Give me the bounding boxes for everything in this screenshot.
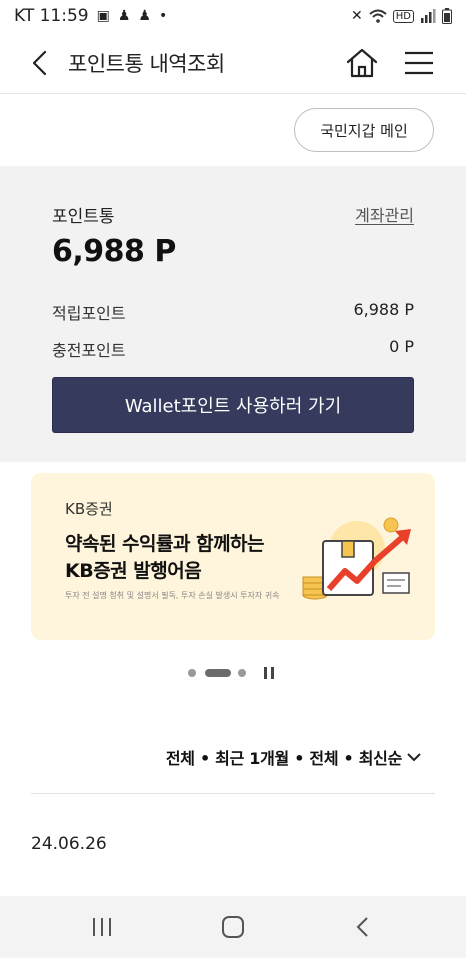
system-nav-bar [0, 896, 466, 958]
mute-icon: ✕ [351, 8, 363, 24]
banner-title-line2: KB증권 발행어음 [65, 560, 202, 582]
page-title: 포인트통 내역조회 [68, 52, 225, 76]
notification-icon: ♟ [138, 8, 151, 24]
charged-points-value: 0 P [389, 337, 414, 356]
point-summary-card: 포인트통 계좌관리 6,988 P 적립포인트 6,988 P 충전포인트 0 … [0, 166, 466, 462]
point-total: 6,988 P [52, 234, 176, 269]
banner-disclaimer: 투자 전 설명 청취 및 설명서 필독, 투자 손실 발생시 투자자 귀속 [65, 591, 280, 600]
pause-icon[interactable] [262, 666, 276, 680]
home-icon[interactable] [344, 45, 380, 81]
menu-icon[interactable] [404, 50, 434, 76]
hd-icon: HD [392, 9, 414, 23]
status-left: KT 11:59 ▣ ♟ ♟ • [14, 6, 167, 26]
filter-label: 전체 • 최근 1개월 • 전체 • 최신순 [165, 749, 402, 768]
back-icon[interactable] [26, 49, 54, 77]
promo-banner[interactable]: KB증권 약속된 수익률과 함께하는 KB증권 발행어음 투자 전 설명 청취 … [31, 473, 435, 640]
use-wallet-points-button[interactable]: Wallet포인트 사용하러 가기 [52, 377, 414, 433]
carousel-dot[interactable] [238, 669, 246, 677]
banner-title: 약속된 수익률과 함께하는 KB증권 발행어음 [65, 531, 265, 585]
wallet-main-button[interactable]: 국민지갑 메인 [294, 108, 434, 152]
banner-carousel-indicator [0, 660, 466, 686]
banner-brand: KB증권 [65, 500, 113, 518]
banner-title-line1: 약속된 수익률과 함께하는 [65, 533, 265, 555]
account-manage-link[interactable]: 계좌관리 [355, 202, 414, 226]
signal-icon [421, 9, 436, 23]
history-date: 24.06.26 [31, 834, 107, 854]
image-icon: ▣ [96, 8, 110, 24]
carousel-dot-active[interactable] [205, 669, 231, 677]
wifi-icon [369, 9, 387, 23]
battery-icon [442, 8, 452, 24]
carrier-time: KT 11:59 [14, 6, 89, 26]
point-box-label: 포인트통 [52, 207, 115, 227]
carousel-dot[interactable] [188, 669, 196, 677]
chevron-down-icon [407, 753, 421, 762]
earned-points-label: 적립포인트 [52, 304, 126, 323]
earned-points-value: 6,988 P [353, 300, 414, 319]
dot-icon: • [158, 8, 168, 24]
investment-growth-icon [302, 517, 411, 600]
notification-icon: ♟ [117, 8, 131, 24]
app-header: 포인트통 내역조회 [0, 32, 466, 94]
status-right: ✕ HD [351, 8, 452, 24]
divider [31, 793, 435, 794]
back-nav-icon[interactable] [349, 913, 377, 941]
status-bar: KT 11:59 ▣ ♟ ♟ • ✕ HD [0, 0, 466, 32]
history-filter[interactable]: 전체 • 최근 1개월 • 전체 • 최신순 [166, 745, 422, 769]
recent-apps-icon[interactable] [88, 913, 116, 941]
home-button-icon[interactable] [219, 913, 247, 941]
charged-points-label: 충전포인트 [52, 341, 126, 360]
